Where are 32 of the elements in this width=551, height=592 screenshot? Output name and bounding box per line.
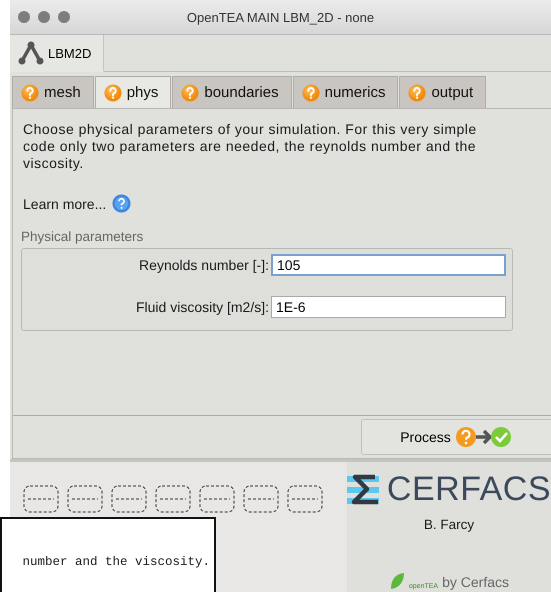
learn-more-link[interactable]: Learn more... [23,196,106,212]
question-mark-icon [104,84,122,102]
tab[interactable]: boundaries [172,76,292,108]
tab[interactable]: output [399,76,486,108]
project-tab[interactable]: LBM2D [10,35,104,72]
tab[interactable]: mesh [12,76,94,108]
window-control-button[interactable] [38,11,50,23]
group-title: Physical parameters [21,229,144,244]
node-graph-icon [18,41,44,65]
sigma-logo-icon [346,472,381,506]
process-button[interactable]: Process [361,419,551,455]
help-icon[interactable] [112,194,132,213]
tab[interactable]: phys [94,76,172,108]
input-field[interactable]: 1E-6 [271,296,506,318]
leaf-icon [388,572,405,590]
tab[interactable]: numerics [292,76,398,108]
author-name: B. Farcy [424,517,474,532]
credit-text: by Cerfacs [442,574,509,590]
field-label: Fluid viscosity [m2/s]: [136,299,269,315]
window-title: OpenTEA MAIN LBM_2D - none [186,10,374,24]
window-control-button[interactable] [18,11,30,23]
description-text: Choose physical parameters of your simulation. For this very simple code only two parameters are needed, the reynolds number and the viscosity. [23,121,478,172]
window-control-button[interactable] [58,11,70,23]
tooltip: number and the viscosity. [0,517,216,592]
question-mark-icon [302,84,320,102]
question-mark-icon [181,84,200,102]
brand-name: CERFACS [386,470,551,509]
input-field[interactable]: 105 [271,254,506,276]
status-arrow-icon [454,426,513,448]
question-mark-icon [21,84,39,102]
field-label: Reynolds number [-]: [139,257,269,273]
question-mark-icon [408,84,426,102]
